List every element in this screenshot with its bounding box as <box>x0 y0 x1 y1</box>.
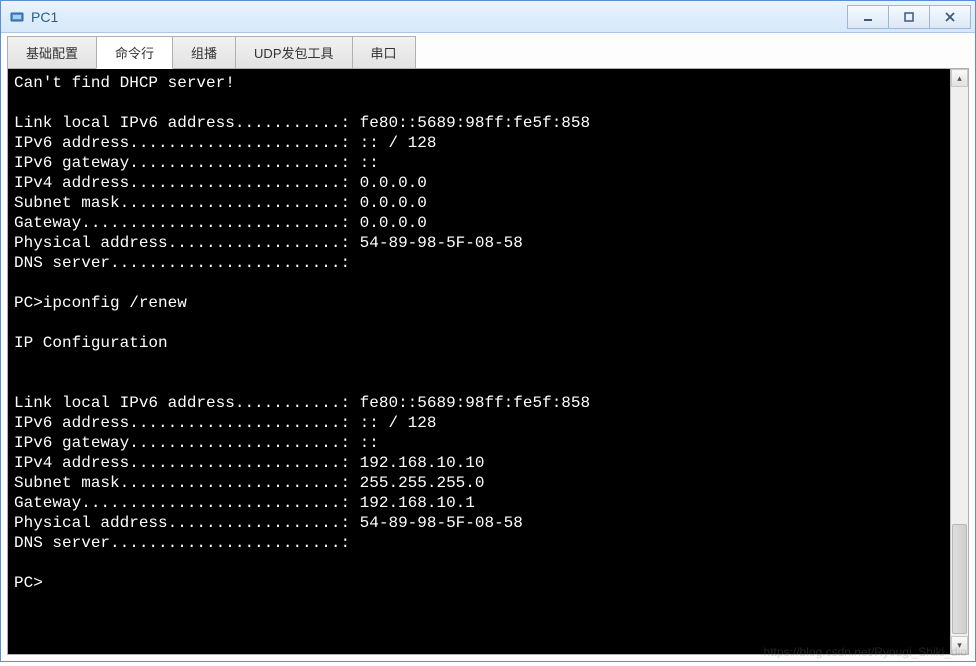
terminal-line: IP Configuration <box>14 334 168 352</box>
terminal-line: IPv6 address......................: :: /… <box>14 414 436 432</box>
terminal-line: Subnet mask.......................: 0.0.… <box>14 194 427 212</box>
terminal-line: Link local IPv6 address...........: fe80… <box>14 114 590 132</box>
tab-command-line[interactable]: 命令行 <box>96 36 173 69</box>
minimize-button[interactable] <box>847 5 889 29</box>
scroll-thumb[interactable] <box>952 524 967 634</box>
content-area: 基础配置 命令行 组播 UDP发包工具 串口 Can't find DHCP s… <box>1 33 975 661</box>
terminal-line: IPv6 address......................: :: /… <box>14 134 436 152</box>
titlebar[interactable]: PC1 <box>1 1 975 33</box>
close-button[interactable] <box>929 5 971 29</box>
tab-strip: 基础配置 命令行 组播 UDP发包工具 串口 <box>7 39 969 69</box>
terminal-line: IPv6 gateway......................: :: <box>14 154 379 172</box>
maximize-button[interactable] <box>888 5 930 29</box>
app-icon <box>9 9 25 25</box>
terminal-line: Subnet mask.......................: 255.… <box>14 474 484 492</box>
terminal-line: Gateway...........................: 0.0.… <box>14 214 427 232</box>
scroll-down-arrow-icon[interactable]: ▾ <box>951 636 968 654</box>
window-frame: PC1 基础配置 命令行 组播 UDP发包工具 串口 Can't find DH… <box>0 0 976 662</box>
tab-multicast[interactable]: 组播 <box>172 36 236 69</box>
terminal-line: Can't find DHCP server! <box>14 74 235 92</box>
terminal-line: IPv4 address......................: 192.… <box>14 454 484 472</box>
scroll-up-arrow-icon[interactable]: ▴ <box>951 69 968 87</box>
window-title: PC1 <box>31 9 848 25</box>
terminal-line: PC> <box>14 574 43 592</box>
terminal-line: IPv4 address......................: 0.0.… <box>14 174 427 192</box>
terminal-line: Link local IPv6 address...........: fe80… <box>14 394 590 412</box>
scroll-track[interactable] <box>951 87 968 636</box>
tab-serial[interactable]: 串口 <box>352 36 416 69</box>
tab-basic-config[interactable]: 基础配置 <box>7 36 97 69</box>
terminal-output[interactable]: Can't find DHCP server! Link local IPv6 … <box>8 69 950 654</box>
terminal-line: Gateway...........................: 192.… <box>14 494 475 512</box>
terminal-line: IPv6 gateway......................: :: <box>14 434 379 452</box>
vertical-scrollbar[interactable]: ▴ ▾ <box>950 69 968 654</box>
terminal-line: DNS server........................: <box>14 534 350 552</box>
terminal-panel: Can't find DHCP server! Link local IPv6 … <box>7 68 969 655</box>
terminal-line: Physical address..................: 54-8… <box>14 234 523 252</box>
terminal-line: PC>ipconfig /renew <box>14 294 187 312</box>
window-controls <box>848 5 971 29</box>
tab-udp-packet-tool[interactable]: UDP发包工具 <box>235 36 352 69</box>
terminal-line: Physical address..................: 54-8… <box>14 514 523 532</box>
terminal-line: DNS server........................: <box>14 254 350 272</box>
